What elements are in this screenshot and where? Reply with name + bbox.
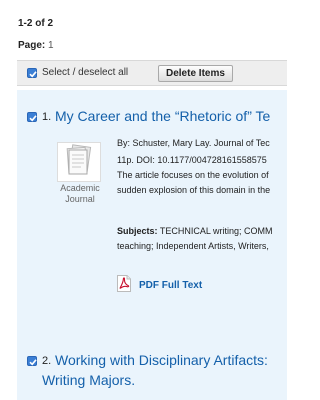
checkbox-checked-icon bbox=[29, 115, 37, 122]
result-1-subjects-line2[interactable]: teaching; Independent Artists, Writers, bbox=[117, 241, 269, 252]
result-1-number: 1. bbox=[42, 111, 52, 123]
pagination: Page: 1 bbox=[18, 40, 54, 51]
results-toolbar: Select / deselect all Delete Items bbox=[17, 60, 287, 86]
result-1-subjects: Subjects: TECHNICAL writing; COMM bbox=[117, 226, 273, 237]
thumbnail-label: Academic Journal bbox=[55, 183, 105, 205]
select-all-label[interactable]: Select / deselect all bbox=[42, 67, 128, 78]
academic-journal-icon[interactable] bbox=[57, 142, 101, 182]
result-2-title-line1[interactable]: Working with Disciplinary Artifacts: bbox=[55, 351, 268, 369]
select-all-checkbox[interactable] bbox=[27, 68, 37, 78]
page-number[interactable]: 1 bbox=[48, 40, 54, 51]
subjects-value[interactable]: TECHNICAL writing; COMM bbox=[160, 226, 273, 236]
result-1-byline: By: Schuster, Mary Lay. Journal of Tec bbox=[117, 138, 270, 148]
thumbnail-label-line2: Journal bbox=[65, 194, 95, 204]
pdf-icon[interactable] bbox=[117, 275, 131, 292]
result-1-checkbox[interactable] bbox=[27, 112, 37, 122]
pdf-full-text-link[interactable]: PDF Full Text bbox=[139, 280, 202, 291]
result-1-abstract-line1: The article focuses on the evolution of bbox=[117, 170, 269, 180]
subjects-label: Subjects: bbox=[117, 226, 158, 236]
delete-items-button[interactable]: Delete Items bbox=[158, 65, 233, 82]
checkbox-checked-icon bbox=[29, 71, 37, 78]
result-2-title-line2[interactable]: Writing Majors. bbox=[42, 371, 135, 389]
page-label: Page: bbox=[18, 40, 46, 51]
result-1-title[interactable]: My Career and the “Rhetoric of” Te bbox=[55, 107, 270, 125]
result-2-checkbox[interactable] bbox=[27, 356, 37, 366]
result-1-ids: 11p. DOI: 10.1177/004728161558575 bbox=[117, 155, 267, 165]
result-1-abstract-line2: sudden explosion of this domain in the bbox=[117, 185, 271, 195]
result-2-number: 2. bbox=[42, 355, 52, 367]
results-count: 1-2 of 2 bbox=[18, 18, 54, 29]
thumbnail-label-line1: Academic bbox=[60, 183, 100, 193]
checkbox-checked-icon bbox=[29, 359, 37, 366]
